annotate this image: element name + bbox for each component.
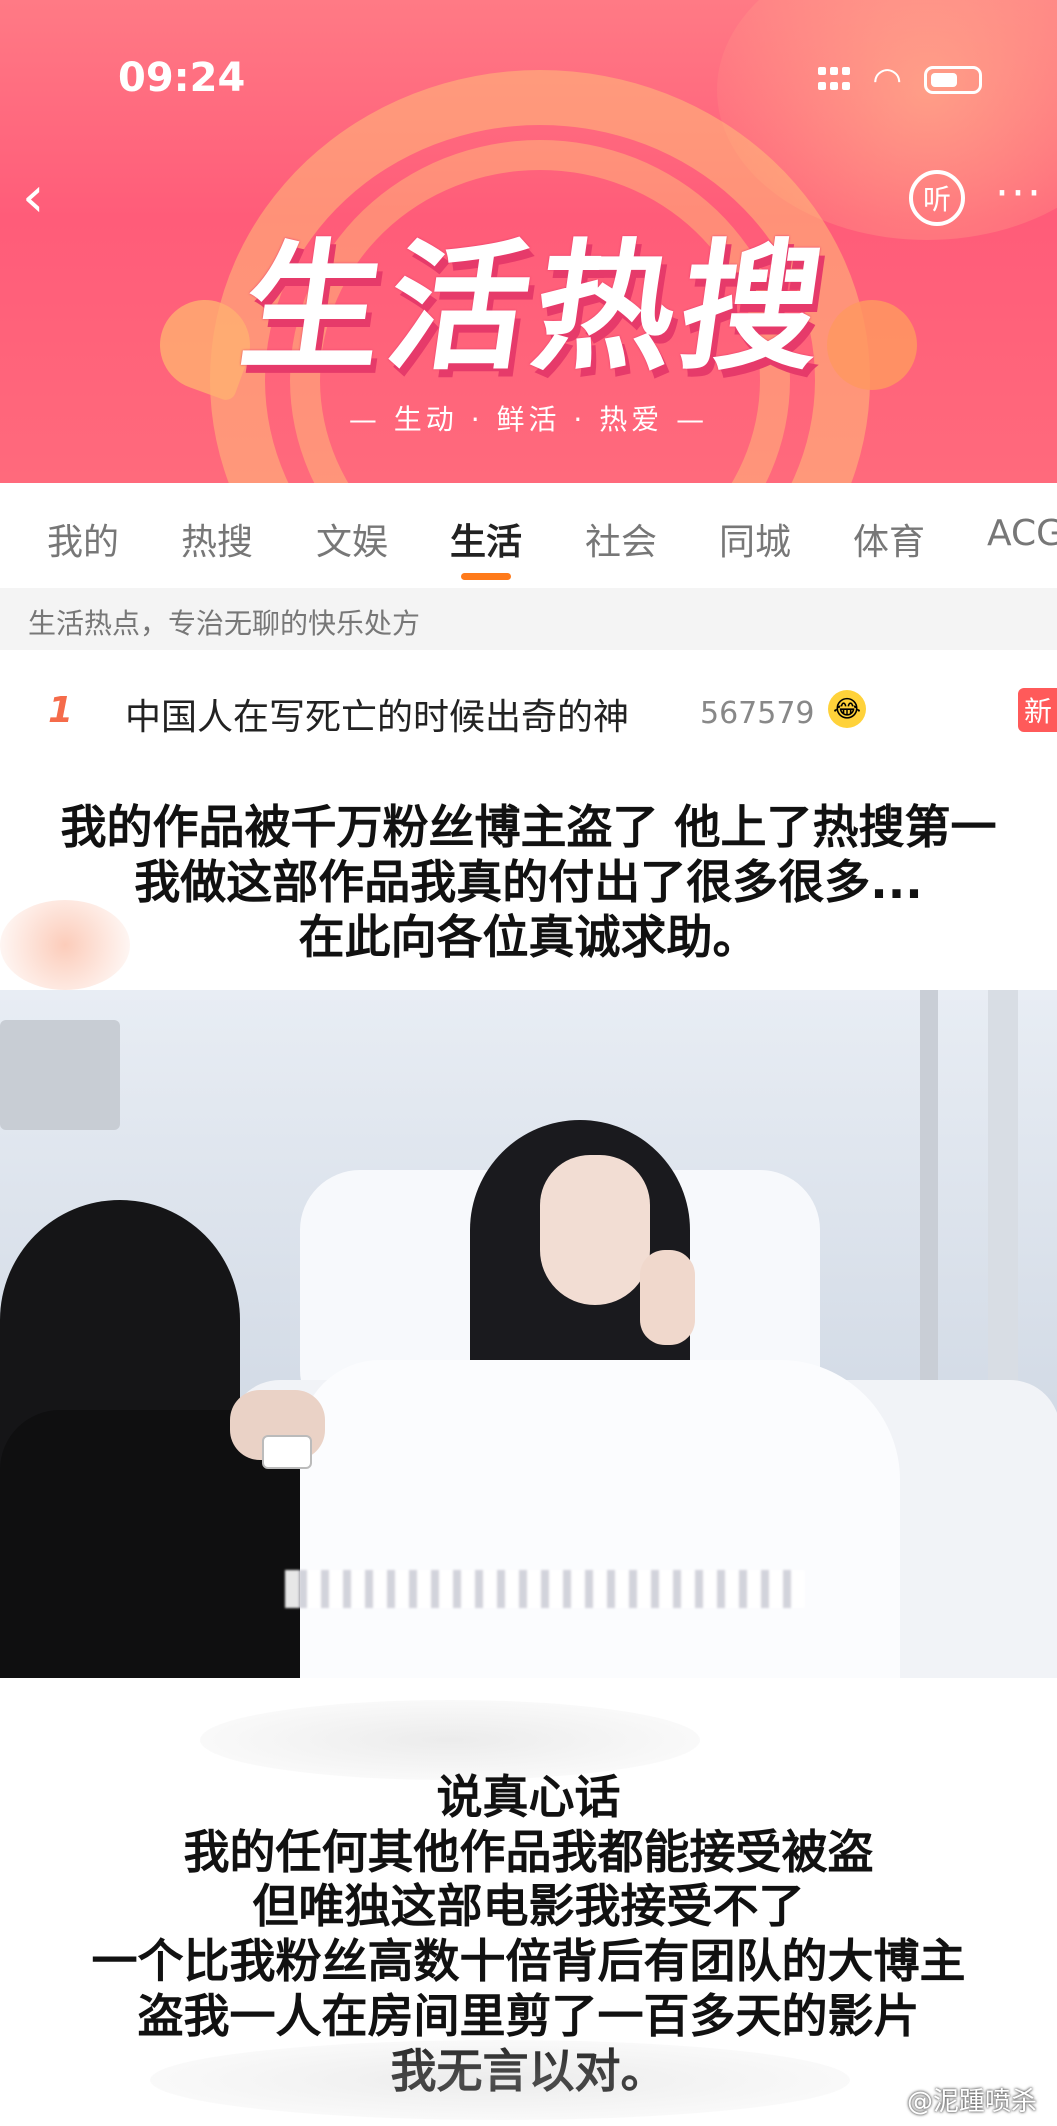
blurred-subtitle: [285, 1570, 805, 1608]
tab-local[interactable]: 同城: [719, 513, 791, 565]
medical-device: [262, 1435, 312, 1469]
smudge-decoration: [150, 2040, 850, 2120]
planet-decoration-icon: [827, 300, 917, 390]
battery-icon: [924, 66, 982, 94]
category-description-text: 生活热点，专治无聊的快乐处方: [28, 607, 421, 640]
category-tabs: 我的 热搜 文娱 生活 社会 同城 体育 ACG: [0, 483, 1057, 588]
status-icons: ◠: [818, 60, 982, 100]
more-button[interactable]: ···: [995, 168, 1043, 219]
medical-monitor: [0, 1020, 120, 1130]
caption-top: 我的作品被千万粉丝博主盗了 他上了热搜第一 我做这部作品我真的付出了很多很多..…: [60, 800, 997, 965]
hot-search-title[interactable]: 中国人在写死亡的时候出奇的神: [125, 688, 629, 740]
wifi-icon: ◠: [872, 60, 902, 100]
banner-title: 生活热搜: [231, 227, 839, 390]
patient-face: [540, 1155, 650, 1305]
hot-search-row[interactable]: 1 中国人在写死亡的时候出奇的神 567579 😂 新: [0, 660, 1057, 760]
laughing-emoji-icon: 😂: [828, 690, 866, 728]
category-description: 生活热点，专治无聊的快乐处方: [0, 588, 1057, 650]
banner-subtitle: — 生动 · 鲜活 · 热爱 —: [348, 403, 709, 436]
heat-count: 567579: [700, 696, 815, 731]
tab-hot-search[interactable]: 热搜: [181, 513, 253, 565]
smudge-decoration: [200, 1700, 700, 1780]
tab-life[interactable]: 生活: [450, 513, 522, 565]
back-button[interactable]: ‹: [22, 165, 44, 230]
listen-button[interactable]: 听: [909, 170, 965, 226]
tab-entertainment[interactable]: 文娱: [316, 513, 388, 565]
signal-icon: [818, 67, 851, 93]
weibo-watermark: @泥踵喷杀: [906, 2087, 1037, 2117]
status-time: 09:24: [118, 55, 246, 101]
rank-number: 1: [48, 690, 74, 731]
hot-search-banner: 09:24 ◠ ‹ 听 ··· 生活热搜 — 生动 · 鲜活 · 热爱 —: [0, 0, 1057, 483]
movie-still-image: [0, 990, 1057, 1678]
new-badge: 新: [1018, 688, 1057, 732]
blanket: [300, 1360, 900, 1678]
tab-mine[interactable]: 我的: [47, 513, 119, 565]
tab-acg[interactable]: ACG: [987, 513, 1057, 554]
tab-society[interactable]: 社会: [585, 513, 657, 565]
tab-sports[interactable]: 体育: [853, 513, 925, 565]
peace-sign-hand: [640, 1250, 695, 1345]
active-tab-indicator: [461, 573, 511, 580]
